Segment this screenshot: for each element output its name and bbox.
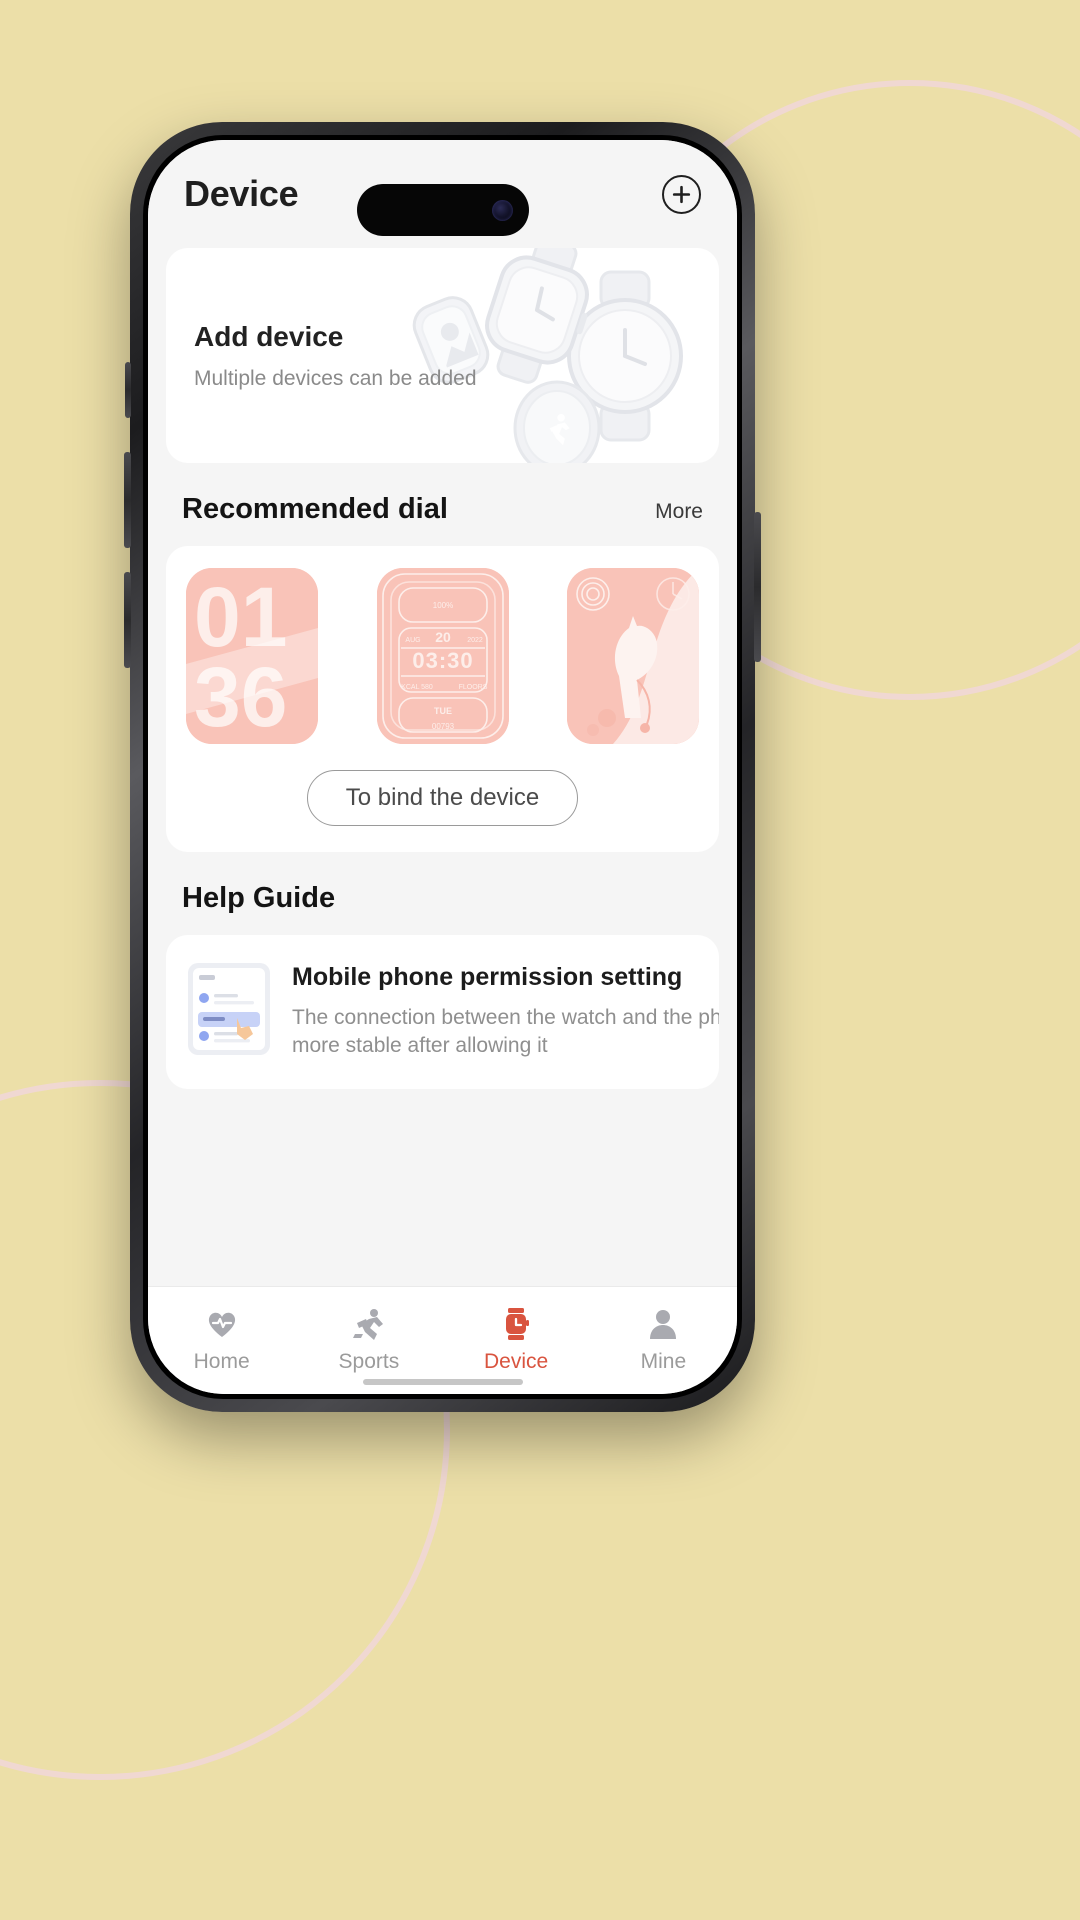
help-guide-header: Help Guide	[166, 852, 719, 935]
power-button[interactable]	[754, 512, 761, 662]
tab-device-label: Device	[484, 1350, 549, 1373]
phone-bezel: Device Add device Multiple devices can b…	[143, 135, 742, 1399]
svg-text:AUG: AUG	[405, 637, 420, 644]
smartwatch-icon	[499, 1307, 533, 1341]
person-icon	[646, 1307, 680, 1341]
svg-text:FLOORS: FLOORS	[458, 684, 487, 691]
tab-sports-label: Sports	[338, 1350, 400, 1373]
runner-icon	[352, 1307, 386, 1341]
svg-text:TUE: TUE	[434, 706, 452, 716]
tab-mine-label: Mine	[640, 1350, 687, 1373]
svg-text:KCAL 580: KCAL 580	[401, 684, 433, 691]
recommended-dial-title: Recommended dial	[182, 493, 448, 525]
help-guide-item[interactable]: Mobile phone permission setting The conn…	[166, 935, 719, 1089]
help-guide-text: Mobile phone permission setting The conn…	[292, 963, 719, 1061]
tab-sports[interactable]: Sports	[295, 1307, 442, 1374]
svg-text:100%: 100%	[432, 601, 452, 610]
permission-screen-thumbnail-icon	[188, 963, 270, 1055]
tab-home-label: Home	[193, 1350, 250, 1373]
silent-switch[interactable]	[125, 362, 131, 418]
dial-thumbnail-big-numerals[interactable]: 01 36	[186, 568, 318, 744]
recommended-dial-header: Recommended dial More	[166, 463, 719, 546]
volume-down-button[interactable]	[124, 572, 131, 668]
dial-thumbnail-row: 01 36 100% 20 AUG 2022 03:30 KCAL 580 FL…	[186, 568, 699, 744]
add-device-card[interactable]: Add device Multiple devices can be added	[166, 248, 719, 463]
svg-text:00793: 00793	[431, 722, 454, 731]
svg-text:20: 20	[435, 629, 451, 645]
help-guide-item-desc-line1: The connection between the watch and the…	[292, 1006, 719, 1029]
recommended-dial-card: 01 36 100% 20 AUG 2022 03:30 KCAL 580 FL…	[166, 546, 719, 852]
smartwatch-collection-illustration	[412, 248, 683, 463]
volume-up-button[interactable]	[124, 452, 131, 548]
home-indicator	[362, 1379, 523, 1385]
plus-circle-icon	[671, 184, 692, 205]
recommended-dial-more-link[interactable]: More	[655, 500, 703, 524]
dial-thumbnail-digital-module[interactable]: 100% 20 AUG 2022 03:30 KCAL 580 FLOORS T…	[376, 568, 509, 744]
add-device-subtitle: Multiple devices can be added	[194, 366, 477, 390]
add-device-title: Add device	[194, 320, 344, 352]
add-device-button[interactable]	[662, 174, 701, 214]
front-camera-icon	[491, 199, 513, 221]
svg-text:2022: 2022	[467, 637, 483, 644]
phone-screen: Device Add device Multiple devices can b…	[148, 140, 737, 1394]
heart-pulse-icon	[205, 1307, 239, 1341]
help-guide-item-title: Mobile phone permission setting	[292, 963, 683, 991]
dynamic-island	[356, 184, 529, 236]
page-title: Device	[184, 173, 299, 214]
phone-frame: Device Add device Multiple devices can b…	[124, 122, 761, 1412]
help-guide-item-desc-line2: more stable after allowing it	[292, 1034, 548, 1058]
bottom-tab-bar: Home Sports Device Mine	[148, 1286, 737, 1394]
bind-button-wrapper: To bind the device	[186, 770, 699, 826]
tab-home[interactable]: Home	[148, 1307, 295, 1374]
tab-mine[interactable]: Mine	[590, 1307, 737, 1374]
svg-text:03:30: 03:30	[412, 648, 473, 673]
dial-thumbnail-horse[interactable]	[567, 568, 699, 744]
scroll-content: Add device Multiple devices can be added	[148, 248, 737, 1286]
help-guide-title: Help Guide	[182, 882, 336, 914]
bind-device-button[interactable]: To bind the device	[306, 770, 579, 826]
tab-device[interactable]: Device	[443, 1307, 590, 1374]
